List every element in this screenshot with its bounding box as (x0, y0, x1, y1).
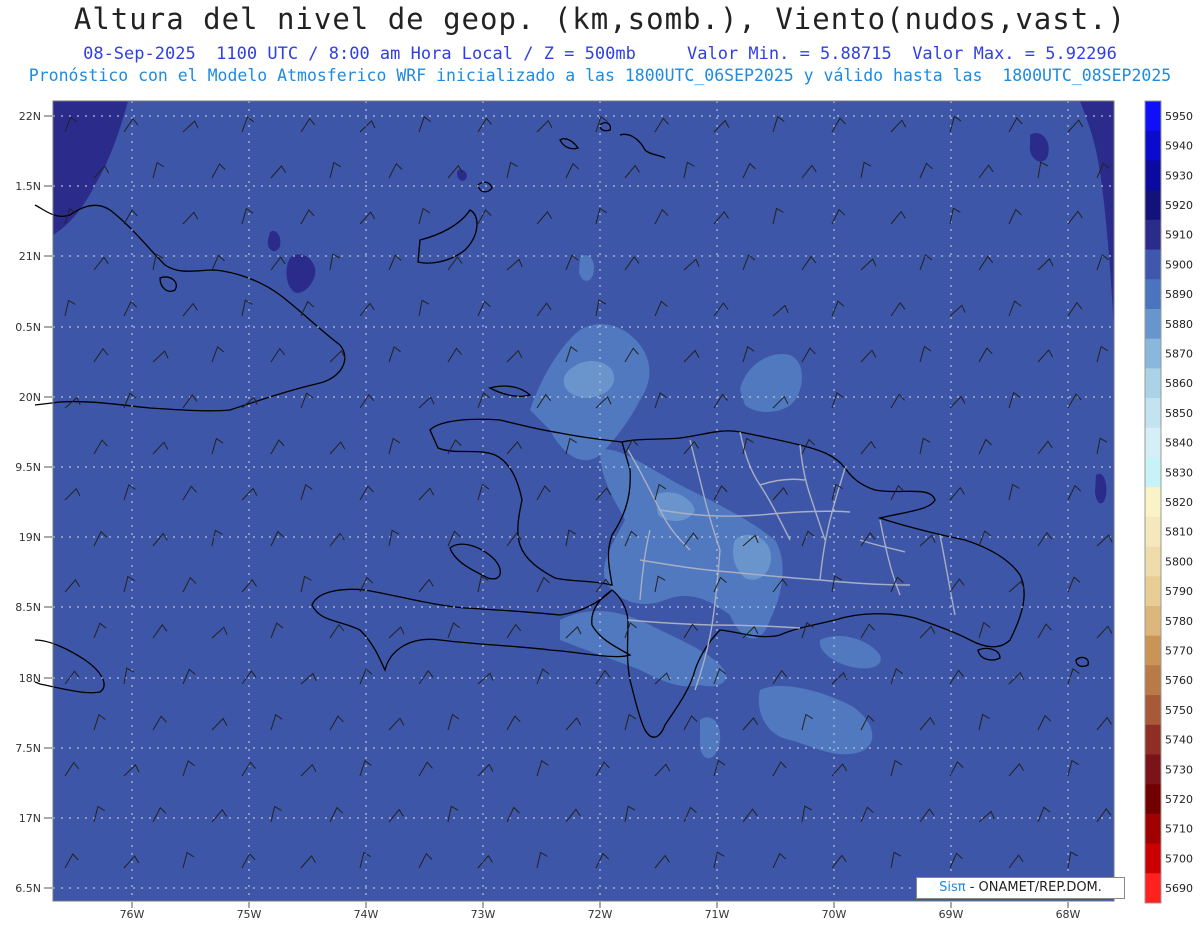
colorbar-swatch (1145, 843, 1161, 874)
colorbar-label: 5930 (1165, 169, 1193, 182)
colorbar-label: 5800 (1165, 555, 1193, 568)
plot-background (53, 101, 1114, 901)
colorbar-swatch (1145, 605, 1161, 637)
credit-org: - ONAMET/REP.DOM. (965, 880, 1102, 895)
colorbar-swatch (1145, 695, 1161, 726)
colorbar-label: 5690 (1165, 882, 1193, 895)
lat-label: 6.5N (15, 882, 41, 895)
colorbar-label: 5730 (1165, 763, 1193, 776)
colorbar-label: 5860 (1165, 377, 1193, 390)
colorbar-label: 5920 (1165, 199, 1193, 212)
lat-label: 9.5N (15, 461, 41, 474)
lat-label: 20N (19, 391, 41, 404)
colorbar-swatch (1145, 427, 1161, 458)
lon-label: 75W (237, 908, 262, 921)
colorbar-swatch (1145, 130, 1161, 161)
colorbar-swatch (1145, 516, 1161, 548)
colorbar-label: 5770 (1165, 645, 1193, 658)
lat-label: 8.5N (15, 601, 41, 614)
lon-label: 74W (354, 908, 379, 921)
latitude-labels: 22N 1.5N 21N 0.5N 20N 9.5N 19N 8.5N 18N … (15, 110, 41, 895)
lon-label: 70W (822, 908, 847, 921)
colorbar-label: 5720 (1165, 793, 1193, 806)
colorbar-label: 5950 (1165, 110, 1193, 123)
colorbar-label: 5750 (1165, 704, 1193, 717)
colorbar-label: 5810 (1165, 526, 1193, 539)
colorbar-label: 5840 (1165, 437, 1193, 450)
lon-label: 76W (120, 908, 145, 921)
colorbar-label: 5710 (1165, 823, 1193, 836)
colorbar-label: 5910 (1165, 229, 1193, 242)
colorbar-label: 5850 (1165, 407, 1193, 420)
colorbar-swatch (1145, 724, 1161, 755)
lat-label: 1.5N (15, 180, 41, 193)
colorbar-swatch (1145, 873, 1161, 904)
colorbar-swatch (1145, 249, 1161, 280)
colorbar-label: 5870 (1165, 347, 1193, 360)
colorbar-label: 5760 (1165, 674, 1193, 687)
lon-label: 68W (1056, 908, 1081, 921)
colorbar-label: 5940 (1165, 140, 1193, 153)
sispi-logo-text: Sisπ (939, 880, 966, 895)
colorbar-swatch (1145, 457, 1161, 488)
colorbar-swatch (1145, 665, 1161, 696)
colorbar-swatch (1145, 308, 1161, 340)
colorbar-label: 5890 (1165, 288, 1193, 301)
lon-label: 71W (705, 908, 730, 921)
colorbar-label: 5820 (1165, 496, 1193, 509)
colorbar-swatch (1145, 190, 1161, 221)
colorbar-swatch (1145, 398, 1161, 429)
colorbar-swatch (1145, 160, 1161, 191)
colorbar-label: 5900 (1165, 258, 1193, 271)
colorbar-swatch (1145, 368, 1161, 399)
colorbar-label: 5780 (1165, 615, 1193, 628)
colorbar-swatch (1145, 101, 1161, 132)
colorbar-swatch (1145, 754, 1161, 785)
lat-label: 0.5N (15, 321, 41, 334)
lon-label: 69W (939, 908, 964, 921)
colorbar-label: 5830 (1165, 466, 1193, 479)
lon-label: 73W (471, 908, 496, 921)
colorbar-label: 5700 (1165, 852, 1193, 865)
colorbar-swatch (1145, 219, 1161, 251)
lat-label: 19N (19, 531, 41, 544)
lat-label: 17N (19, 812, 41, 825)
longitude-labels: 76W 75W 74W 73W 72W 71W 70W 69W 68W (120, 908, 1081, 921)
lon-label: 72W (588, 908, 613, 921)
colorbar-swatch (1145, 784, 1161, 815)
colorbar: 5950 5940 5930 5920 5910 5900 5890 5880 5870 5860… (1144, 100, 1193, 904)
colorbar-swatch (1145, 546, 1161, 577)
lat-label: 22N (19, 110, 41, 123)
lat-label: 18N (19, 672, 41, 685)
colorbar-label: 5740 (1165, 734, 1193, 747)
geopotential-map: 22N 1.5N 21N 0.5N 20N 9.5N 19N 8.5N 18N … (15, 100, 1193, 921)
lat-ticks (44, 115, 52, 889)
lat-label: 7.5N (15, 742, 41, 755)
lon-ticks (131, 902, 1069, 908)
colorbar-swatch (1145, 338, 1161, 369)
credit-box: Sisπ - ONAMET/REP.DOM. (916, 877, 1125, 899)
colorbar-label: 5790 (1165, 585, 1193, 598)
lat-label: 21N (19, 250, 41, 263)
colorbar-swatch (1145, 576, 1161, 607)
colorbar-label: 5880 (1165, 318, 1193, 331)
colorbar-swatch (1145, 279, 1161, 310)
colorbar-swatch (1145, 487, 1161, 518)
colorbar-swatch (1145, 635, 1161, 666)
colorbar-swatch (1145, 813, 1161, 845)
